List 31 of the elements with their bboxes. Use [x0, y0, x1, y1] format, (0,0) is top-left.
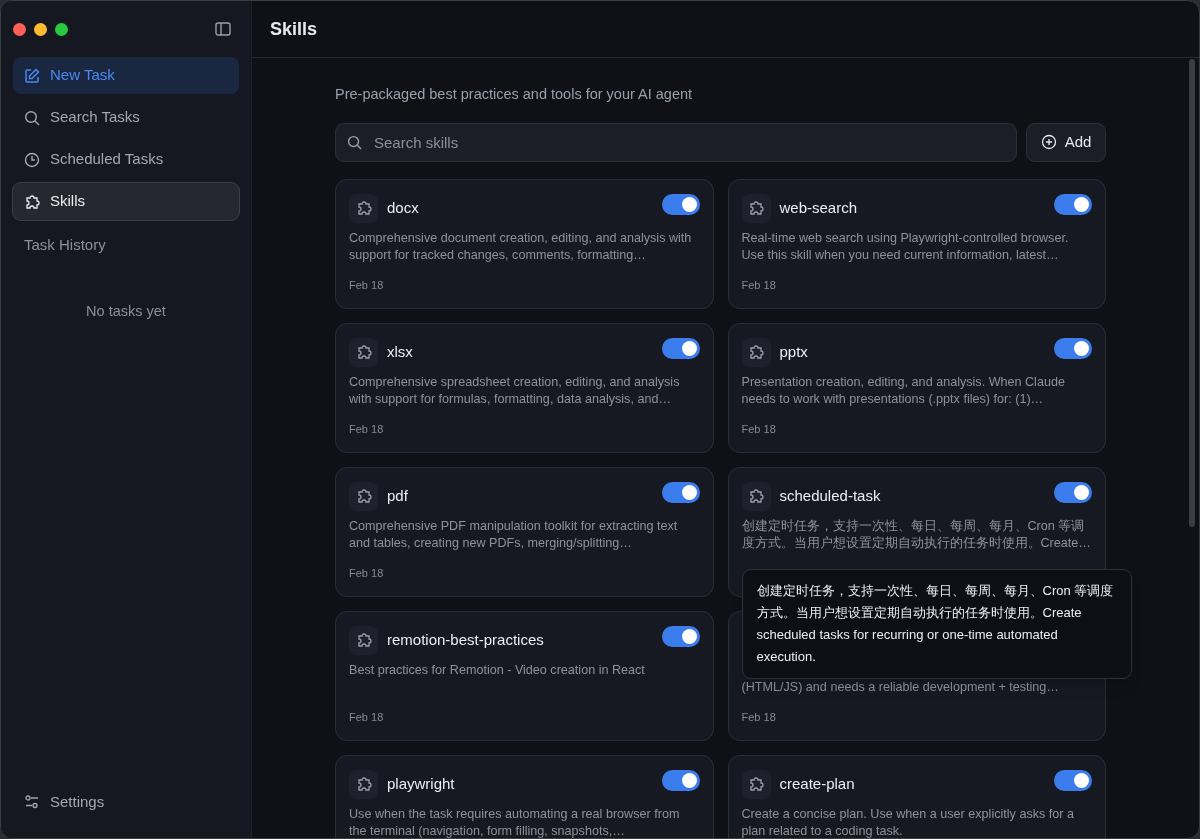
skill-name: pptx [779, 342, 808, 362]
date-label: Feb 18 [741, 710, 776, 723]
skill-description: (HTML/JS) and needs a reliable development + testing… [741, 678, 1060, 696]
page-title: Skills [270, 17, 318, 41]
skill-name: playwright [387, 774, 455, 794]
skill-description: Real-time web search using Playwright-controlled browser. Use this skill when you need current information, latest… [741, 229, 1070, 264]
empty-state-text: No tasks yet [86, 302, 166, 319]
date-label: Feb 18 [349, 422, 384, 435]
date-label: Feb 18 [741, 278, 776, 291]
date-label: Feb 18 [741, 422, 776, 435]
skill-name: pdf [387, 486, 408, 506]
skill-description: Comprehensive document creation, editing, and analysis with support for tracked changes, comments, formatting… [349, 229, 693, 264]
skill-description: Use when the task requires automating a real browser from the terminal (navigation, form filling, snapshots,… [349, 805, 681, 838]
skill-description: 创建定时任务，支持一次性、每日、每周、每月、Cron 等调度方式。当用户想设置定期自动执行的任务时使用。Create… [741, 517, 1092, 552]
skill-description: Presentation creation, editing, and analysis. When Claude needs to work with presentations (.pptx files) for: (1)… [741, 373, 1066, 408]
skill-name: scheduled-task [779, 486, 881, 506]
skill-name: create-plan [779, 774, 855, 794]
skill-description: Create a concise plan. Use when a user explicitly asks for a plan related to a coding task. [741, 805, 1075, 838]
section-heading: Task History [24, 236, 106, 253]
page-subtitle: Pre-packaged best practices and tools for your AI agent [335, 85, 694, 104]
skill-description: Comprehensive spreadsheet creation, editing, and analysis with support for formulas, formatting, data analysis, and… [349, 373, 681, 408]
skill-description: Comprehensive PDF manipulation toolkit for extracting text and tables, creating new PDFs, merging/splitting… [349, 517, 679, 552]
skill-name: remotion-best-practices [387, 630, 544, 650]
date-label: Feb 18 [349, 566, 384, 579]
date-label: Feb 18 [349, 710, 384, 723]
date-label: Feb 18 [349, 278, 384, 291]
skill-name: web-search [779, 198, 858, 218]
tooltip: 创建定时任务，支持一次性、每日、每周、每月、Cron 等调度方式。当用户想设置定期自动执行的任务时使用。Create scheduled tasks for recurring or one-time automated execution. [741, 568, 1132, 679]
skill-name: docx [387, 198, 419, 218]
skill-name: xlsx [387, 342, 413, 362]
skill-description: Best practices for Remotion - Video creation in React [349, 661, 646, 679]
